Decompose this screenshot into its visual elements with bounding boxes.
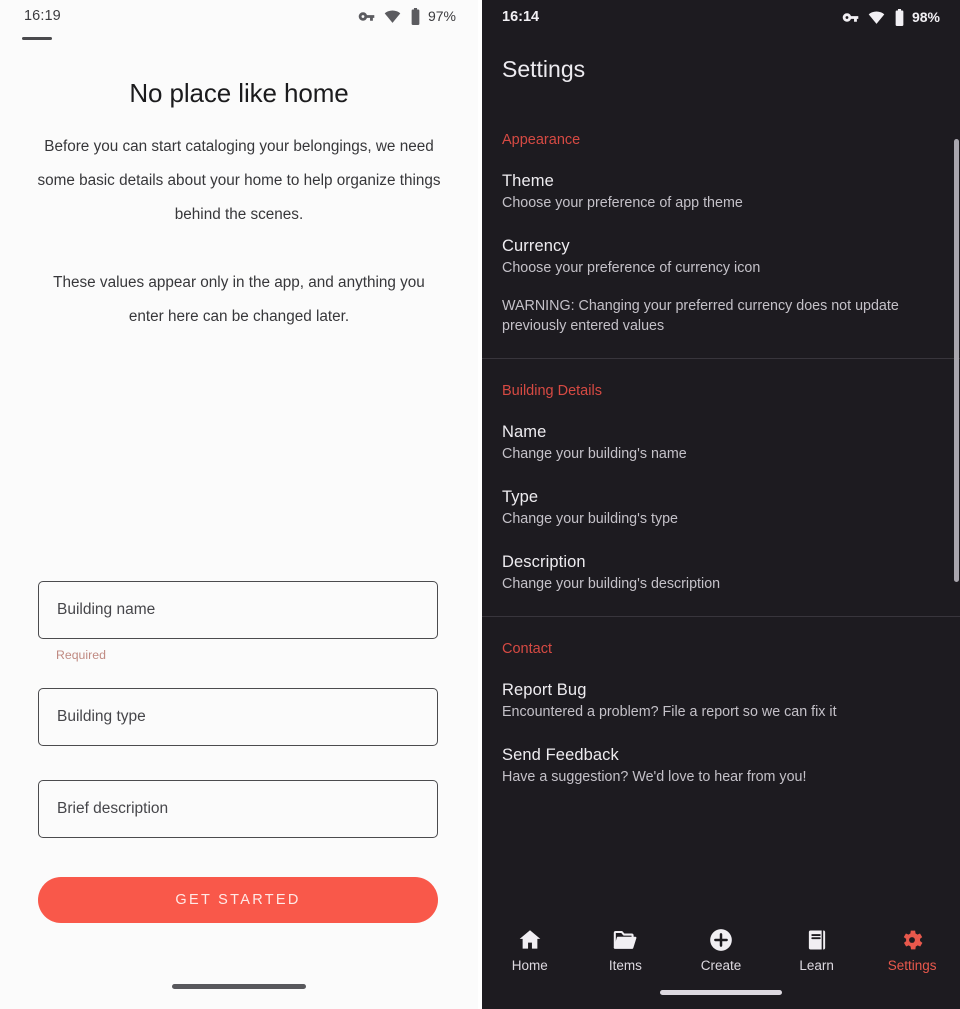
wifi-icon (384, 9, 401, 23)
onboarding-form: Building name Required Building type Bri… (38, 581, 438, 923)
dual-screenshot-composite: 16:19 97% No place like home Before you … (0, 0, 960, 1009)
onboarding-screen: 16:19 97% No place like home Before you … (0, 0, 478, 1009)
brief-description-input[interactable]: Brief description (38, 780, 438, 838)
building-type-input[interactable]: Building type (38, 688, 438, 746)
settings-section-building-details: Building Details Name Change your buildi… (482, 359, 960, 616)
section-header-building-details: Building Details (502, 383, 602, 399)
get-started-button[interactable]: GET STARTED (38, 877, 438, 923)
setting-title: Currency (502, 237, 570, 255)
section-bottom-padding (502, 336, 960, 358)
nav-item-create[interactable]: Create (673, 927, 769, 973)
field-spacer (38, 662, 438, 688)
nav-item-settings[interactable]: Settings (864, 927, 960, 973)
battery-percent-label: 97% (427, 8, 456, 24)
brief-description-placeholder: Brief description (57, 800, 169, 817)
setting-subtitle: Change your building's type (502, 511, 678, 527)
intro-paragraph-2: These values appear only in the app, and… (53, 274, 425, 325)
nav-label: Learn (799, 958, 834, 973)
gesture-bar[interactable] (660, 990, 782, 995)
vpn-key-icon (842, 12, 859, 22)
settings-section-contact: Contact Report Bug Encountered a problem… (482, 617, 960, 787)
scrollbar-thumb[interactable] (954, 139, 959, 582)
settings-list[interactable]: Appearance Theme Choose your preference … (482, 108, 960, 908)
setting-title: Description (502, 553, 586, 571)
home-icon (519, 930, 541, 949)
nav-item-home[interactable]: Home (482, 927, 578, 973)
setting-item-name[interactable]: Name Change your building's name (502, 399, 960, 464)
battery-percent-label: 98% (911, 9, 940, 25)
intro-paragraph-1: Before you can start cataloging your bel… (37, 138, 441, 223)
settings-screen: 16:14 98% Settings Appearance Theme Choo… (482, 0, 960, 1009)
nav-label: Home (511, 958, 548, 973)
nav-item-items[interactable]: Items (578, 927, 674, 973)
page-title: No place like home (129, 78, 349, 108)
setting-item-send-feedback[interactable]: Send Feedback Have a suggestion? We'd lo… (502, 722, 960, 787)
notification-indicator-dash (22, 37, 52, 40)
vpn-key-icon (358, 11, 375, 21)
folder-icon (614, 930, 637, 949)
setting-title: Name (502, 423, 547, 441)
section-bottom-padding (502, 594, 960, 616)
section-header-contact: Contact (502, 641, 552, 657)
page-title: Settings (502, 56, 586, 82)
nav-label: Items (608, 958, 642, 973)
status-bar-dark: 16:14 98% (482, 0, 960, 34)
building-name-input[interactable]: Building name (38, 581, 438, 639)
setting-title: Send Feedback (502, 746, 619, 764)
setting-item-type[interactable]: Type Change your building's type (502, 464, 960, 529)
book-icon (808, 930, 825, 950)
setting-subtitle: Change your building's description (502, 576, 721, 592)
setting-item-report-bug[interactable]: Report Bug Encountered a problem? File a… (502, 657, 960, 722)
status-bar-light: 16:19 97% (0, 0, 478, 32)
building-type-placeholder: Building type (57, 708, 146, 725)
setting-title: Type (502, 488, 539, 506)
status-bar-time: 16:14 (502, 9, 540, 25)
setting-subtitle: Have a suggestion? We'd love to hear fro… (502, 769, 807, 785)
building-name-required-helper: Required (56, 648, 106, 662)
gear-icon (903, 930, 923, 950)
section-header-appearance: Appearance (502, 132, 581, 148)
setting-item-description[interactable]: Description Change your building's descr… (502, 529, 960, 594)
gesture-bar[interactable] (172, 984, 306, 989)
nav-label: Settings (887, 958, 937, 973)
setting-title: Report Bug (502, 681, 587, 699)
setting-subtitle: Encountered a problem? File a report so … (502, 704, 837, 720)
battery-icon (411, 7, 420, 25)
setting-subtitle: Choose your preference of app theme (502, 195, 743, 211)
setting-subtitle: Choose your preference of currency icon (502, 260, 761, 276)
settings-section-appearance: Appearance Theme Choose your preference … (482, 108, 960, 358)
field-spacer (38, 746, 438, 780)
setting-title: Theme (502, 172, 554, 190)
plus-circle-icon (710, 929, 732, 951)
currency-warning-note: WARNING: Changing your preferred currenc… (502, 298, 899, 334)
settings-scrollbar[interactable] (954, 34, 960, 1009)
setting-item-currency[interactable]: Currency Choose your preference of curre… (502, 213, 960, 278)
nav-label: Create (700, 958, 742, 973)
setting-subtitle: Change your building's name (502, 446, 687, 462)
building-name-placeholder: Building name (57, 601, 156, 618)
status-bar-indicators: 98% (842, 8, 940, 26)
nav-item-learn[interactable]: Learn (769, 927, 865, 973)
wifi-icon (868, 10, 885, 24)
status-bar-time: 16:19 (24, 8, 61, 24)
setting-item-theme[interactable]: Theme Choose your preference of app them… (502, 148, 960, 213)
status-bar-indicators: 97% (358, 7, 456, 25)
battery-icon (895, 8, 904, 26)
